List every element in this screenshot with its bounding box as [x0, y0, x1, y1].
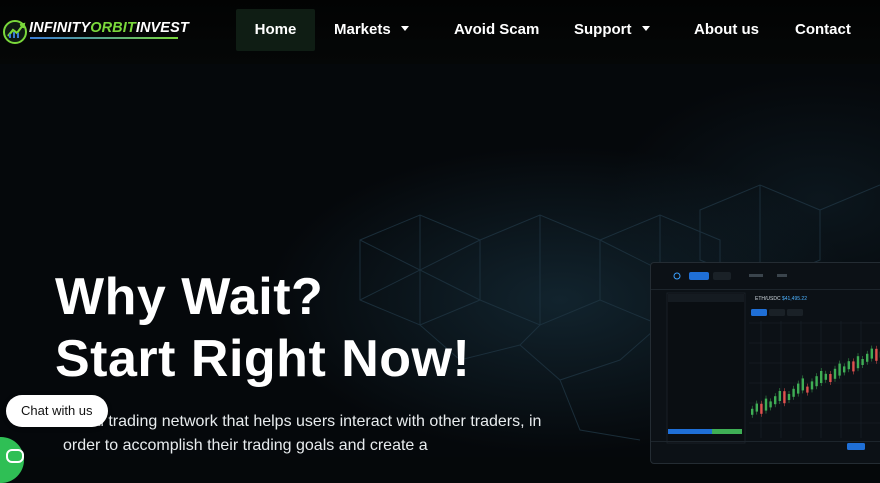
- nav-contact[interactable]: Contact: [795, 9, 851, 51]
- preview-order-row: [668, 305, 742, 311]
- preview-candle: [774, 396, 776, 404]
- preview-candle: [866, 354, 868, 362]
- preview-order-row: [668, 421, 742, 427]
- preview-order-row: [668, 312, 742, 318]
- preview-order-row: [668, 339, 742, 345]
- preview-candle: [769, 401, 771, 407]
- preview-order-row: [668, 407, 742, 413]
- chevron-down-icon: [642, 26, 650, 31]
- site-logo[interactable]: INFINITYORBITINVEST: [2, 16, 192, 46]
- preview-candle: [843, 366, 845, 372]
- hero-title-line2: Start Right Now!: [55, 328, 470, 390]
- preview-candle: [834, 369, 836, 379]
- logo-icon: [2, 16, 28, 46]
- site-header: INFINITYORBITINVEST Home Markets Avoid S…: [0, 0, 880, 64]
- nav-home[interactable]: Home: [236, 9, 315, 51]
- nav-markets[interactable]: Markets: [334, 9, 409, 51]
- preview-order-row: [668, 366, 742, 372]
- nav-contact-label: Contact: [795, 21, 851, 38]
- preview-candle: [861, 359, 863, 365]
- preview-order-row: [668, 359, 742, 365]
- hero-description: social trading network that helps users …: [63, 410, 543, 458]
- nav-support[interactable]: Support: [574, 9, 650, 51]
- trading-platform-preview: ETH/USDC $41,495.22: [650, 262, 880, 464]
- preview-candle: [857, 356, 859, 368]
- preview-candle: [815, 376, 817, 386]
- nav-avoid-scam[interactable]: Avoid Scam: [454, 9, 539, 51]
- hero-title: Why Wait? Start Right Now!: [55, 266, 470, 390]
- chat-with-us-button[interactable]: Chat with us: [6, 395, 108, 427]
- preview-candle: [811, 381, 813, 389]
- preview-order-row: [668, 325, 742, 331]
- preview-candle: [783, 391, 785, 403]
- preview-order-row: [668, 332, 742, 338]
- preview-candle: [756, 404, 758, 412]
- nav-about-us-label: About us: [694, 21, 759, 38]
- chat-bubble-icon: [6, 449, 24, 463]
- preview-candle: [779, 391, 781, 401]
- nav-support-label: Support: [574, 21, 632, 38]
- preview-candle: [751, 409, 753, 415]
- preview-candle: [788, 394, 790, 400]
- preview-candle: [802, 378, 804, 390]
- preview-candle: [852, 361, 854, 371]
- preview-order-row: [668, 393, 742, 399]
- logo-text-part3: INVEST: [136, 20, 189, 36]
- preview-order-row: [668, 346, 742, 352]
- preview-candles: [751, 343, 880, 417]
- logo-text: INFINITYORBITINVEST: [29, 20, 189, 36]
- preview-order-row: [668, 353, 742, 359]
- preview-order-row: [668, 400, 742, 406]
- preview-order-row: [668, 319, 742, 325]
- hero-title-line1: Why Wait?: [55, 266, 470, 328]
- nav-avoid-scam-label: Avoid Scam: [454, 21, 539, 38]
- logo-text-part1: INFINITY: [29, 20, 90, 36]
- preview-order-row: [668, 414, 742, 420]
- preview-order-row: [668, 373, 742, 379]
- preview-order-row: [668, 387, 742, 393]
- preview-candle: [848, 361, 850, 369]
- preview-candle: [825, 374, 827, 380]
- logo-underline: [30, 37, 178, 39]
- preview-grid: [749, 321, 880, 438]
- nav-about-us[interactable]: About us: [694, 9, 759, 51]
- chevron-down-icon: [401, 26, 409, 31]
- nav-markets-label: Markets: [334, 21, 391, 38]
- preview-candle: [871, 349, 873, 359]
- chat-label: Chat with us: [21, 403, 93, 418]
- preview-candle: [797, 384, 799, 394]
- preview-candle: [765, 399, 767, 411]
- preview-candle: [875, 349, 877, 361]
- logo-text-part2: ORBIT: [90, 20, 136, 36]
- preview-candle: [838, 364, 840, 376]
- preview-order-row: [668, 380, 742, 386]
- preview-candle: [760, 404, 762, 414]
- preview-candle: [829, 374, 831, 382]
- preview-candle: [806, 387, 808, 393]
- preview-candle: [820, 371, 822, 383]
- preview-candle: [792, 389, 794, 397]
- nav-home-label: Home: [255, 21, 297, 38]
